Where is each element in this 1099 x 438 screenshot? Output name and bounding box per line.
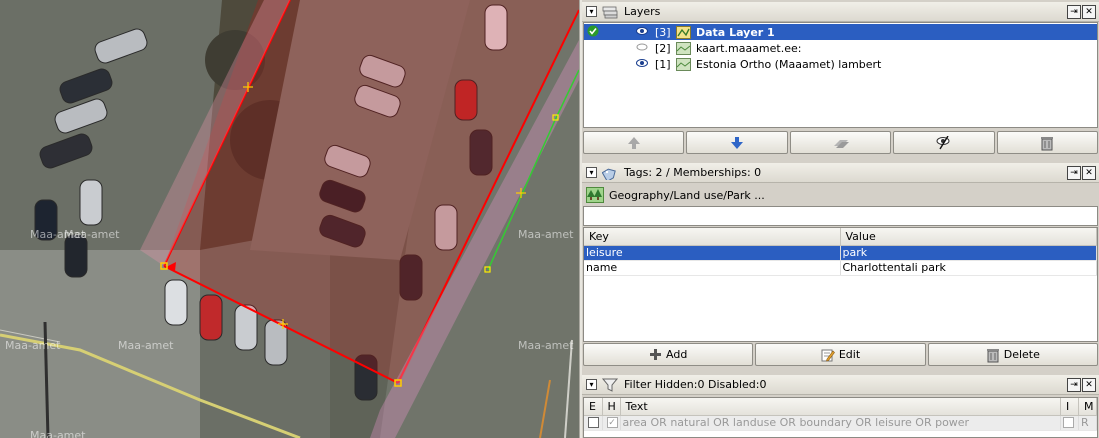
- edit-tag-button[interactable]: Edit: [755, 343, 926, 366]
- filter-text-cell[interactable]: area OR natural OR landuse OR boundary O…: [620, 415, 1061, 431]
- inverted-checkbox[interactable]: [1060, 415, 1079, 431]
- eye-slash-icon: [936, 135, 950, 149]
- layer-name: Data Layer 1: [696, 25, 775, 39]
- tag-value-cell[interactable]: park: [840, 245, 1097, 261]
- table-row[interactable]: leisure park: [584, 245, 1097, 261]
- map-watermark: Maa-amet: [118, 339, 174, 352]
- layers-panel-header: ▾ Layers ⇥ ✕: [582, 2, 1099, 22]
- map-watermark: Maa-amet: [518, 228, 574, 241]
- layer-row[interactable]: [1] Estonia Ortho (Maaamet) lambert: [584, 56, 1097, 72]
- eye-icon[interactable]: [636, 26, 648, 39]
- trash-icon: [1041, 136, 1054, 150]
- layers-icon: [602, 6, 618, 18]
- tag-table: Key Value leisure park name Charlottenta…: [584, 228, 1097, 276]
- filter-icon: [602, 378, 618, 392]
- layer-name: kaart.maaamet.ee:: [696, 41, 802, 55]
- layer-index: [2]: [655, 41, 671, 55]
- key-column-header[interactable]: Key: [584, 228, 841, 246]
- preset-link[interactable]: Geography/Land use/Park ...: [583, 185, 1098, 205]
- tags-panel-title: Tags: 2 / Memberships: 0: [624, 166, 762, 179]
- plus-icon: [650, 349, 662, 360]
- edit-label: Edit: [838, 348, 861, 361]
- delete-layer-button[interactable]: [996, 131, 1099, 154]
- map-watermark: Maa-amet: [30, 429, 86, 438]
- tag-table-container: Key Value leisure park name Charlottenta…: [583, 227, 1098, 342]
- edit-icon: [821, 349, 835, 361]
- close-icon[interactable]: ✕: [1082, 378, 1096, 392]
- detach-icon[interactable]: ⇥: [1067, 166, 1081, 180]
- active-layer-check-icon: [587, 25, 599, 40]
- merge-icon: [833, 139, 849, 148]
- side-panels: ▾ Layers ⇥ ✕ [3] Data Layer 1 [2] kaart.…: [582, 0, 1099, 438]
- arrow-up-icon: [627, 136, 640, 149]
- detach-icon[interactable]: ⇥: [1067, 378, 1081, 392]
- layer-row[interactable]: [3] Data Layer 1: [584, 24, 1097, 40]
- mode-cell[interactable]: R: [1078, 415, 1097, 431]
- hidden-column-header[interactable]: H: [602, 398, 621, 416]
- imagery-layer-icon: [676, 57, 691, 71]
- enabled-checkbox[interactable]: [584, 415, 603, 431]
- tag-key-cell[interactable]: leisure: [584, 245, 841, 261]
- delete-tag-button[interactable]: Delete: [927, 343, 1098, 366]
- move-up-button[interactable]: [583, 131, 685, 154]
- collapse-icon[interactable]: ▾: [586, 379, 597, 390]
- filter-table: E H Text I M ✓ area OR natural OR landus…: [584, 398, 1097, 431]
- close-icon[interactable]: ✕: [1082, 166, 1096, 180]
- filter-panel-header: ▾ Filter Hidden:0 Disabled:0 ⇥ ✕: [582, 375, 1099, 395]
- layer-index: [3]: [655, 25, 671, 39]
- tag-value-cell[interactable]: Charlottentali park: [840, 260, 1097, 276]
- move-down-button[interactable]: [686, 131, 788, 154]
- layer-list[interactable]: [3] Data Layer 1 [2] kaart.maaamet.ee: […: [583, 22, 1098, 128]
- trash-icon: [986, 348, 999, 362]
- tag-key-cell[interactable]: name: [584, 260, 841, 276]
- data-layer-icon: [676, 25, 691, 39]
- arrow-down-icon: [731, 136, 744, 149]
- collapse-icon[interactable]: ▾: [586, 167, 597, 178]
- add-tag-button[interactable]: Add: [583, 343, 754, 366]
- enabled-column-header[interactable]: E: [584, 398, 603, 416]
- eye-closed-icon[interactable]: [636, 42, 648, 55]
- tag-icon: [602, 168, 616, 180]
- add-label: Add: [666, 348, 688, 361]
- map-watermark: Maa-amet: [64, 228, 120, 241]
- layer-name: Estonia Ortho (Maaamet) lambert: [696, 57, 882, 71]
- table-row[interactable]: ✓ area OR natural OR landuse OR boundary…: [584, 415, 1097, 431]
- layers-panel-title: Layers: [624, 5, 661, 18]
- delete-label: Delete: [1003, 348, 1040, 361]
- layer-row[interactable]: [2] kaart.maaamet.ee:: [584, 40, 1097, 56]
- filter-panel-title: Filter Hidden:0 Disabled:0: [624, 378, 767, 391]
- table-row[interactable]: name Charlottentali park: [584, 260, 1097, 276]
- park-icon: [586, 187, 604, 203]
- map-watermark: Maa-amet: [518, 339, 574, 352]
- map-view[interactable]: Maa-amet Maa-amet Maa-amet Maa-amet Maa-…: [0, 0, 579, 438]
- merge-button[interactable]: [789, 131, 892, 154]
- filter-table-container: E H Text I M ✓ area OR natural OR landus…: [583, 397, 1098, 438]
- inverted-column-header[interactable]: I: [1060, 398, 1079, 416]
- eye-icon[interactable]: [636, 58, 648, 71]
- tags-toolbar: Add Edit Delete: [583, 343, 1098, 367]
- text-column-header[interactable]: Text: [620, 398, 1061, 416]
- layers-toolbar: [583, 131, 1099, 155]
- mode-column-header[interactable]: M: [1078, 398, 1097, 416]
- map-watermark: Maa-amet: [5, 339, 61, 352]
- tags-panel-header: ▾ Tags: 2 / Memberships: 0 ⇥ ✕: [582, 163, 1099, 183]
- preset-search-field[interactable]: [583, 206, 1098, 226]
- hidden-checkbox[interactable]: ✓: [602, 415, 621, 431]
- detach-icon[interactable]: ⇥: [1067, 5, 1081, 19]
- close-icon[interactable]: ✕: [1082, 5, 1096, 19]
- value-column-header[interactable]: Value: [840, 228, 1097, 246]
- preset-label: Geography/Land use/Park ...: [609, 188, 765, 202]
- collapse-icon[interactable]: ▾: [586, 6, 597, 17]
- layer-index: [1]: [655, 57, 671, 71]
- toggle-visibility-button[interactable]: [893, 131, 995, 154]
- map-canvas[interactable]: [0, 0, 579, 438]
- imagery-layer-icon: [676, 41, 691, 55]
